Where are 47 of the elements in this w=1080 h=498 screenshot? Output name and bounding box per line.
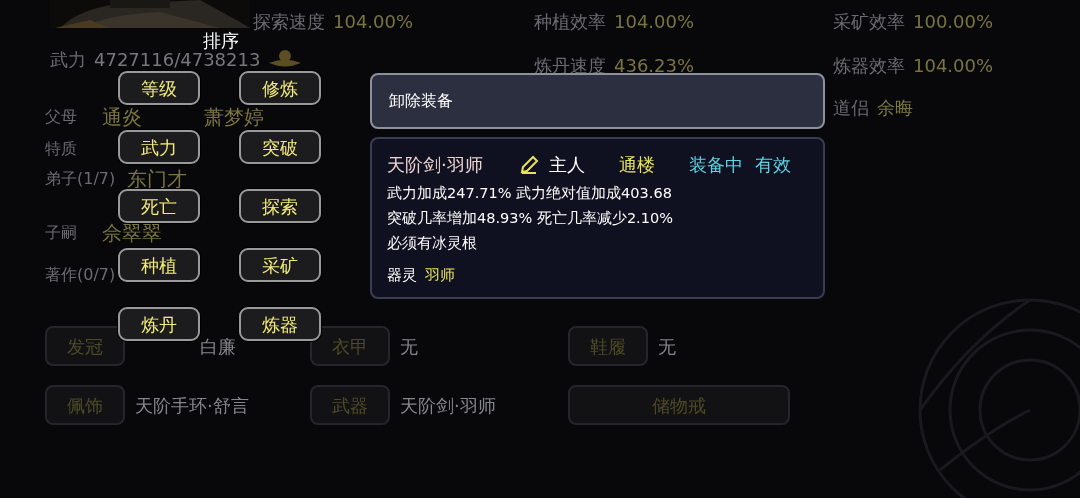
sort-button[interactable]: 采矿 [239,248,321,282]
effect-text: 武力加成247.71% 武力绝对值加成403.68 [387,184,673,203]
slot-item: 无 [658,334,676,359]
info-value: 佘翠翠 [102,220,162,247]
stat-label: 炼器效率 [833,53,905,78]
spirit-label: 器灵 [387,265,417,286]
spouse-value: 余晦 [877,95,913,120]
slot-item: 无 [400,334,418,359]
sort-button[interactable]: 等级 [118,71,200,105]
power-label: 武力 [50,47,86,72]
stat-value: 100.00% [913,10,994,34]
info-label: 特质 [45,138,78,160]
slot-item: 天阶手环·舒言 [135,393,249,418]
sort-button[interactable]: 炼器 [239,307,321,341]
stat-value: 104.00% [614,10,695,34]
location-label: 通楼 [618,153,655,177]
status-label: 装备中 [688,153,743,177]
stat-label: 采矿效率 [833,10,905,34]
sort-button[interactable]: 探索 [239,189,321,223]
slot-item: 天阶剑·羽师 [400,393,496,418]
pencil-icon[interactable] [518,154,539,175]
sort-button[interactable]: 种植 [118,248,200,282]
effect-text: 必须有冰灵根 [387,234,478,253]
sort-button[interactable]: 武力 [118,130,200,164]
info-label: 著作(0/7) [45,264,116,286]
info-value: 萧梦婷 [204,104,264,131]
info-label: 子嗣 [45,222,78,244]
info-label: 父母 [45,106,78,128]
info-value: 通炎 [102,104,142,131]
menu-title: 排序 [203,29,239,53]
validity-label: 有效 [754,153,791,177]
spirit-value: 羽师 [425,265,455,286]
spouse-label: 道侣 [833,95,869,120]
sort-button[interactable]: 突破 [239,130,321,164]
effect-text: 突破几率增加48.93% 死亡几率减少2.10% [387,209,674,228]
stat-label: 探索速度 [253,10,325,34]
stat-label: 种植效率 [534,10,606,34]
owner-label: 主人 [548,153,585,177]
sort-button[interactable]: 死亡 [118,189,200,223]
unequip-button[interactable]: 卸除装备 [370,73,825,129]
stat-value: 104.00% [913,53,994,78]
item-name: 天阶剑·羽师 [387,153,483,177]
sort-button[interactable]: 炼丹 [118,307,200,341]
info-label: 弟子(1/7) [45,168,116,190]
sort-button[interactable]: 修炼 [239,71,321,105]
stat-value: 104.00% [333,10,414,34]
slot-item: 白廉 [200,334,236,359]
